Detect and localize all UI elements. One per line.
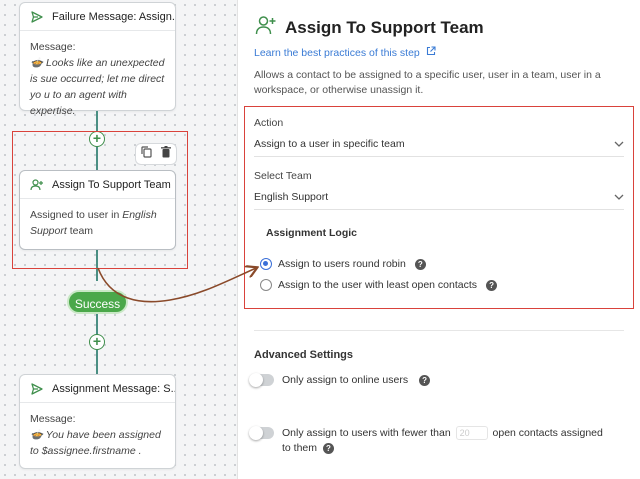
node-body: Message: 🍲 You have been assigned to $as… (20, 403, 175, 467)
message-label: Message: (30, 413, 76, 425)
online-only-toggle[interactable] (249, 373, 274, 387)
send-icon (30, 10, 44, 24)
highlight-box-settings (244, 106, 634, 309)
assignment-message-node[interactable]: Assignment Message: S... Message: 🍲 You … (19, 374, 176, 469)
fewer-contacts-toggle[interactable] (249, 426, 274, 440)
learn-link-text: Learn the best practices of this step (254, 46, 420, 59)
message-label: Message: (30, 41, 76, 53)
panel-header: Assign To Support Team (255, 14, 484, 41)
max-open-contacts-input[interactable]: 20 (455, 426, 488, 441)
flow-canvas[interactable]: Failure Message: Assign... Message: 🍲 Lo… (0, 0, 238, 479)
online-only-label: Only assign to online users (282, 374, 409, 386)
node-header: Assignment Message: S... (20, 375, 175, 403)
panel-title: Assign To Support Team (285, 17, 484, 37)
node-title: Assignment Message: S... (52, 382, 175, 395)
external-link-icon (426, 46, 436, 59)
message-text: 🍲 You have been assigned to $assignee.fi… (30, 427, 165, 459)
user-plus-icon (255, 14, 277, 41)
node-header: Failure Message: Assign... (20, 3, 175, 31)
success-branch-label[interactable]: Success (67, 290, 128, 314)
add-step-plus-icon[interactable]: + (89, 334, 105, 350)
advanced-settings-title: Advanced Settings (254, 349, 354, 361)
fewer-contacts-setting: Only assign to users with fewer than 20 … (249, 426, 620, 456)
fewer-contacts-text: Only assign to users with fewer than 20 … (282, 426, 612, 456)
highlight-box-node (12, 131, 188, 269)
online-only-setting: Only assign to online users ? (249, 373, 431, 388)
message-text-suffix: . (135, 445, 142, 457)
failure-message-node[interactable]: Failure Message: Assign... Message: 🍲 Lo… (19, 2, 176, 117)
message-text: 🍲 Looks like an unexpected is sue occurr… (30, 57, 165, 117)
help-icon[interactable]: ? (322, 442, 334, 454)
step-description: Allows a contact to be assigned to a spe… (254, 69, 601, 96)
learn-best-practices-link[interactable]: Learn the best practices of this step (254, 46, 436, 59)
message-variable: $assignee.firstname (41, 445, 136, 457)
node-title: Failure Message: Assign... (52, 10, 175, 23)
section-divider (254, 330, 624, 331)
help-icon[interactable]: ? (419, 375, 431, 386)
send-icon (30, 382, 44, 396)
fewer-contacts-prefix: Only assign to users with fewer than (282, 427, 451, 439)
